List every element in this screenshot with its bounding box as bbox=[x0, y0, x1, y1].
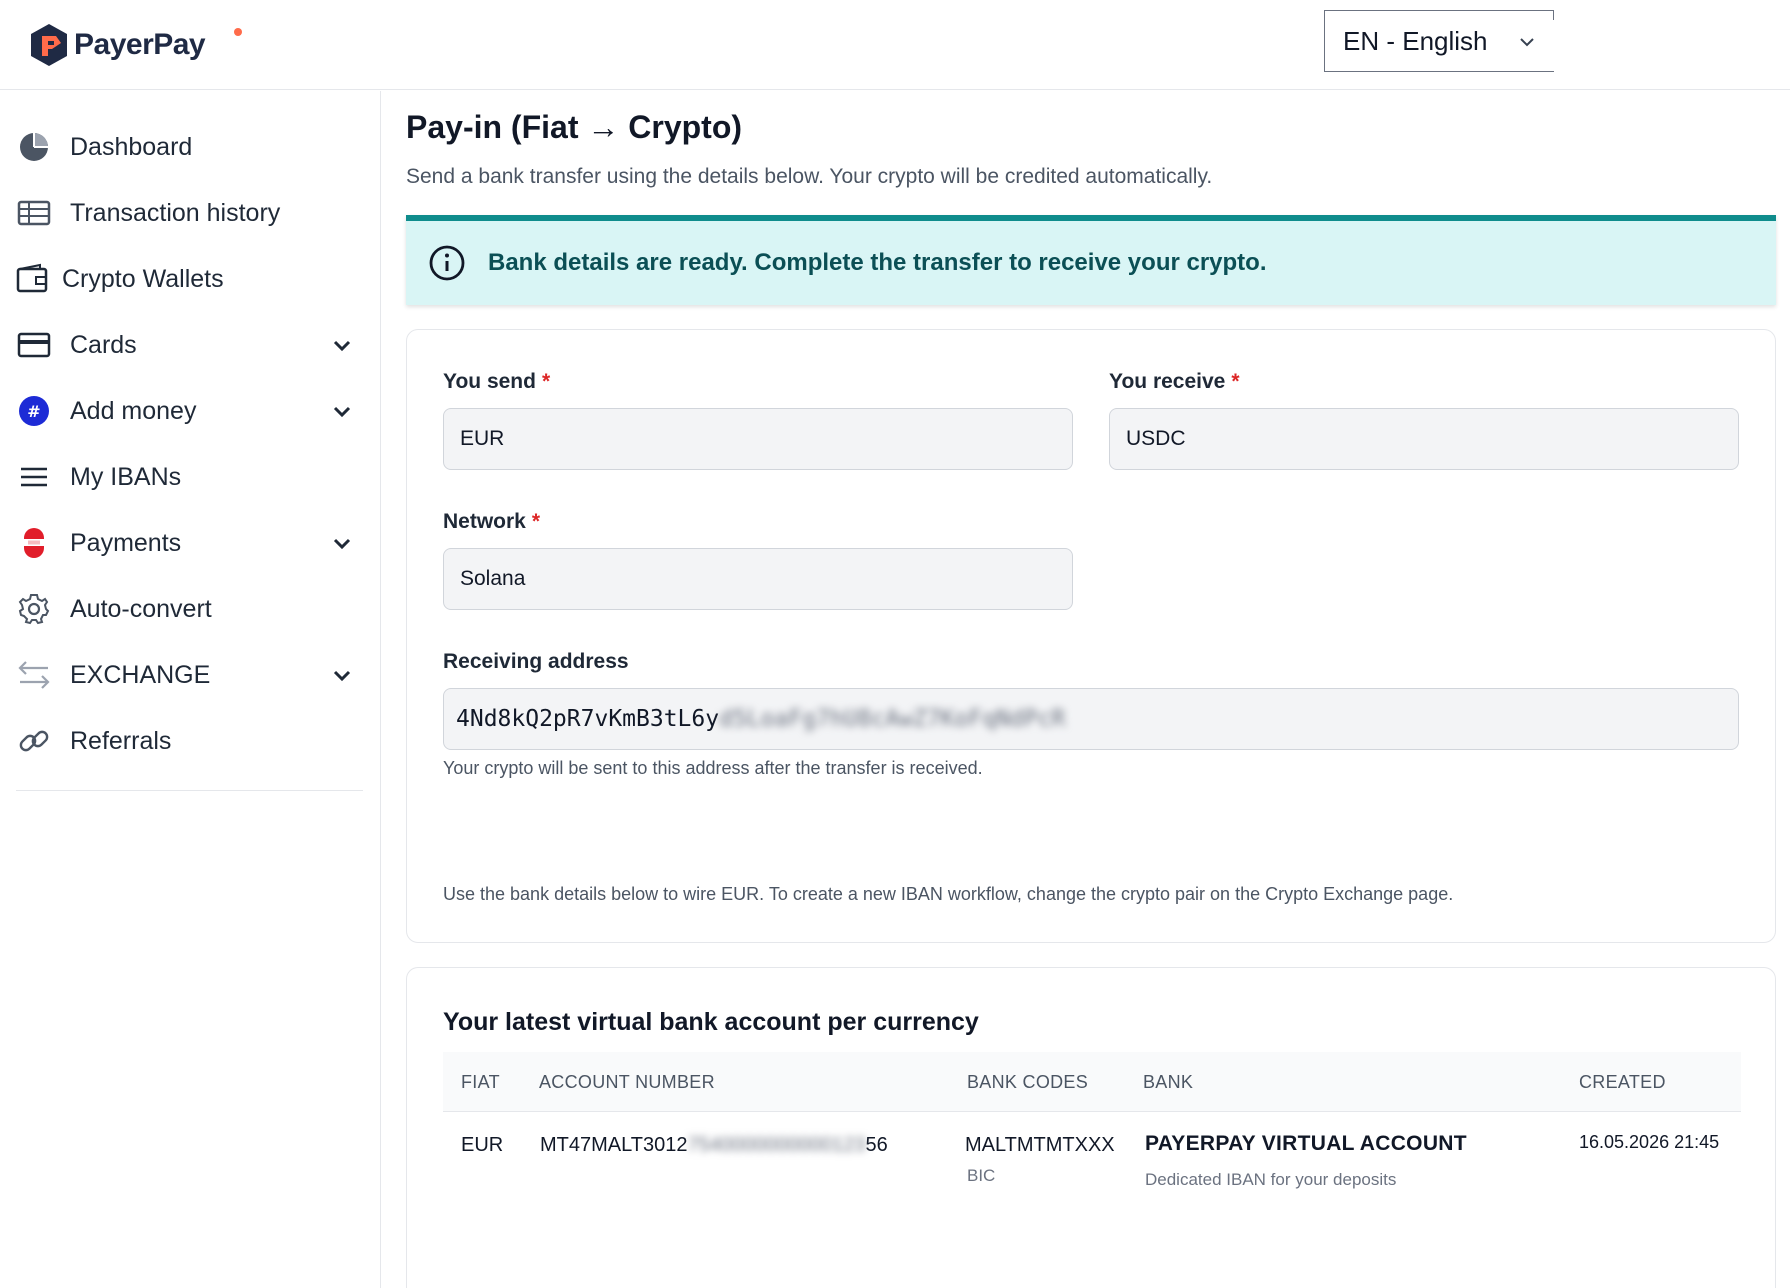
page-title: Pay-in (Fiat → Crypto) bbox=[406, 109, 743, 145]
sidebar-item-add-money[interactable]: # Add money bbox=[16, 385, 361, 437]
language-select-corner bbox=[1553, 10, 1554, 20]
main-content: Pay-in (Fiat → Crypto) Send a bank trans… bbox=[382, 91, 1790, 1288]
sidebar-item-transaction-history[interactable]: Transaction history bbox=[16, 187, 361, 239]
required-mark: * bbox=[541, 370, 551, 393]
you-send-field[interactable]: EUR bbox=[443, 408, 1073, 470]
table-row: EUR MT47MALT3012754000000000012356 MALTM… bbox=[443, 1112, 1741, 1222]
row-fiat: EUR bbox=[461, 1134, 504, 1156]
sidebar-item-crypto-wallets[interactable]: Crypto Wallets bbox=[16, 253, 361, 305]
success-alert: Bank details are ready. Complete the tra… bbox=[406, 215, 1776, 305]
bank-details-note: Use the bank details below to wire EUR. … bbox=[443, 884, 1454, 904]
page-subtitle: Send a bank transfer using the details b… bbox=[406, 165, 1213, 188]
svg-text:#: # bbox=[27, 402, 40, 421]
network-label-text: Network bbox=[443, 510, 526, 533]
language-value: EN - English bbox=[1343, 25, 1488, 56]
row-bank-name: PAYERPAY VIRTUAL ACCOUNT bbox=[1145, 1132, 1467, 1155]
table-icon bbox=[16, 195, 52, 231]
sidebar-item-label: Dashboard bbox=[70, 132, 193, 161]
table-header: FIAT ACCOUNT NUMBER BANK CODES BANK CREA… bbox=[443, 1052, 1741, 1112]
gear-icon bbox=[16, 591, 52, 627]
exchange-arrows-icon bbox=[16, 657, 52, 693]
row-bank-description: Dedicated IBAN for your deposits bbox=[1145, 1170, 1397, 1189]
you-receive-field[interactable]: USDC bbox=[1109, 408, 1739, 470]
account-number-end: 56 bbox=[865, 1134, 888, 1156]
you-receive-label: You receive * bbox=[1109, 370, 1240, 394]
language-select[interactable]: EN - English bbox=[1324, 10, 1554, 72]
virtual-accounts-title: Your latest virtual bank account per cur… bbox=[443, 1008, 979, 1036]
sidebar-divider bbox=[16, 790, 363, 791]
receiving-address-label: Receiving address bbox=[443, 650, 629, 673]
brand-dot bbox=[234, 28, 242, 36]
chevron-down-icon bbox=[333, 538, 351, 550]
required-mark: * bbox=[531, 510, 541, 533]
address-help-text: Your crypto will be sent to this address… bbox=[443, 758, 983, 778]
you-send-label: You send * bbox=[443, 370, 550, 394]
account-number-redacted: 7540000000000123 bbox=[687, 1134, 866, 1156]
pie-chart-icon bbox=[16, 129, 52, 165]
virtual-accounts-card: Your latest virtual bank account per cur… bbox=[406, 967, 1776, 1288]
header-fiat: FIAT bbox=[461, 1072, 500, 1092]
required-mark: * bbox=[1231, 370, 1240, 393]
top-header: PayerPay EN - English bbox=[0, 0, 1790, 90]
sidebar-item-label: Add money bbox=[70, 396, 197, 425]
header-created: CREATED bbox=[1579, 1072, 1666, 1092]
network-field[interactable]: Solana bbox=[443, 548, 1073, 610]
header-bank: BANK bbox=[1143, 1072, 1194, 1092]
receiving-address-field[interactable]: 4Nd8kQ2pR7vKmB3tL6y d5LoaFg7hU8cAwZ7KoFqN… bbox=[443, 688, 1739, 750]
link-icon bbox=[16, 723, 52, 759]
you-send-value: EUR bbox=[460, 427, 505, 450]
add-money-icon: # bbox=[16, 393, 52, 429]
network-label: Network * bbox=[443, 510, 540, 534]
header-account-number: ACCOUNT NUMBER bbox=[539, 1072, 715, 1092]
you-receive-label-text: You receive bbox=[1109, 370, 1226, 393]
menu-icon bbox=[16, 459, 52, 495]
sidebar-item-label: EXCHANGE bbox=[70, 660, 211, 689]
row-created: 16.05.2026 21:45 bbox=[1579, 1132, 1720, 1152]
sidebar-item-dashboard[interactable]: Dashboard bbox=[16, 121, 361, 173]
header-bank-codes: BANK CODES bbox=[967, 1072, 1089, 1092]
account-number-start: MT47MALT3012 bbox=[540, 1134, 688, 1156]
row-bank-code-type: BIC bbox=[967, 1166, 996, 1185]
sidebar-item-label: Referrals bbox=[70, 726, 172, 755]
sidebar-item-label: Crypto Wallets bbox=[62, 264, 224, 293]
sidebar: Dashboard Transaction history Crypto Wal… bbox=[0, 91, 381, 1288]
sidebar-item-label: My IBANs bbox=[70, 462, 182, 491]
chevron-down-icon bbox=[333, 670, 351, 682]
chevron-down-icon bbox=[333, 340, 351, 352]
sidebar-item-exchange[interactable]: EXCHANGE bbox=[16, 649, 361, 701]
payments-icon bbox=[16, 525, 52, 561]
payin-form-card: You send * EUR You receive * USDC Network *… bbox=[406, 329, 1776, 943]
logo-mark-icon bbox=[31, 24, 67, 66]
you-receive-value: USDC bbox=[1126, 427, 1186, 450]
sidebar-item-payments[interactable]: Payments bbox=[16, 517, 361, 569]
alert-message: Bank details are ready. Complete the tra… bbox=[488, 249, 1267, 276]
brand-name: PayerPay bbox=[74, 28, 206, 61]
card-icon bbox=[16, 327, 52, 363]
sidebar-item-label: Transaction history bbox=[70, 198, 281, 227]
sidebar-item-label: Cards bbox=[70, 330, 137, 359]
wallet-icon bbox=[16, 261, 48, 297]
chevron-down-icon bbox=[1520, 38, 1534, 47]
brand-logo[interactable]: PayerPay bbox=[28, 22, 242, 68]
sidebar-item-label: Payments bbox=[70, 528, 182, 557]
row-account-number[interactable]: MT47MALT3012754000000000012356 bbox=[540, 1134, 888, 1157]
sidebar-item-label: Auto-convert bbox=[70, 594, 212, 623]
info-icon bbox=[429, 245, 465, 281]
row-bank-code: MALTMTMTXXX bbox=[965, 1134, 1115, 1156]
receiving-address-redacted: d5LoaFg7hU8cAwZ7KoFqNdPcR bbox=[719, 706, 1066, 732]
receiving-address-value: 4Nd8kQ2pR7vKmB3tL6y bbox=[456, 706, 720, 732]
chevron-down-icon bbox=[333, 406, 351, 418]
sidebar-item-my-ibans[interactable]: My IBANs bbox=[16, 451, 361, 503]
sidebar-item-cards[interactable]: Cards bbox=[16, 319, 361, 371]
sidebar-item-auto-convert[interactable]: Auto-convert bbox=[16, 583, 361, 635]
network-value: Solana bbox=[460, 567, 526, 590]
you-send-label-text: You send bbox=[443, 370, 536, 393]
sidebar-item-referrals[interactable]: Referrals bbox=[16, 715, 361, 767]
